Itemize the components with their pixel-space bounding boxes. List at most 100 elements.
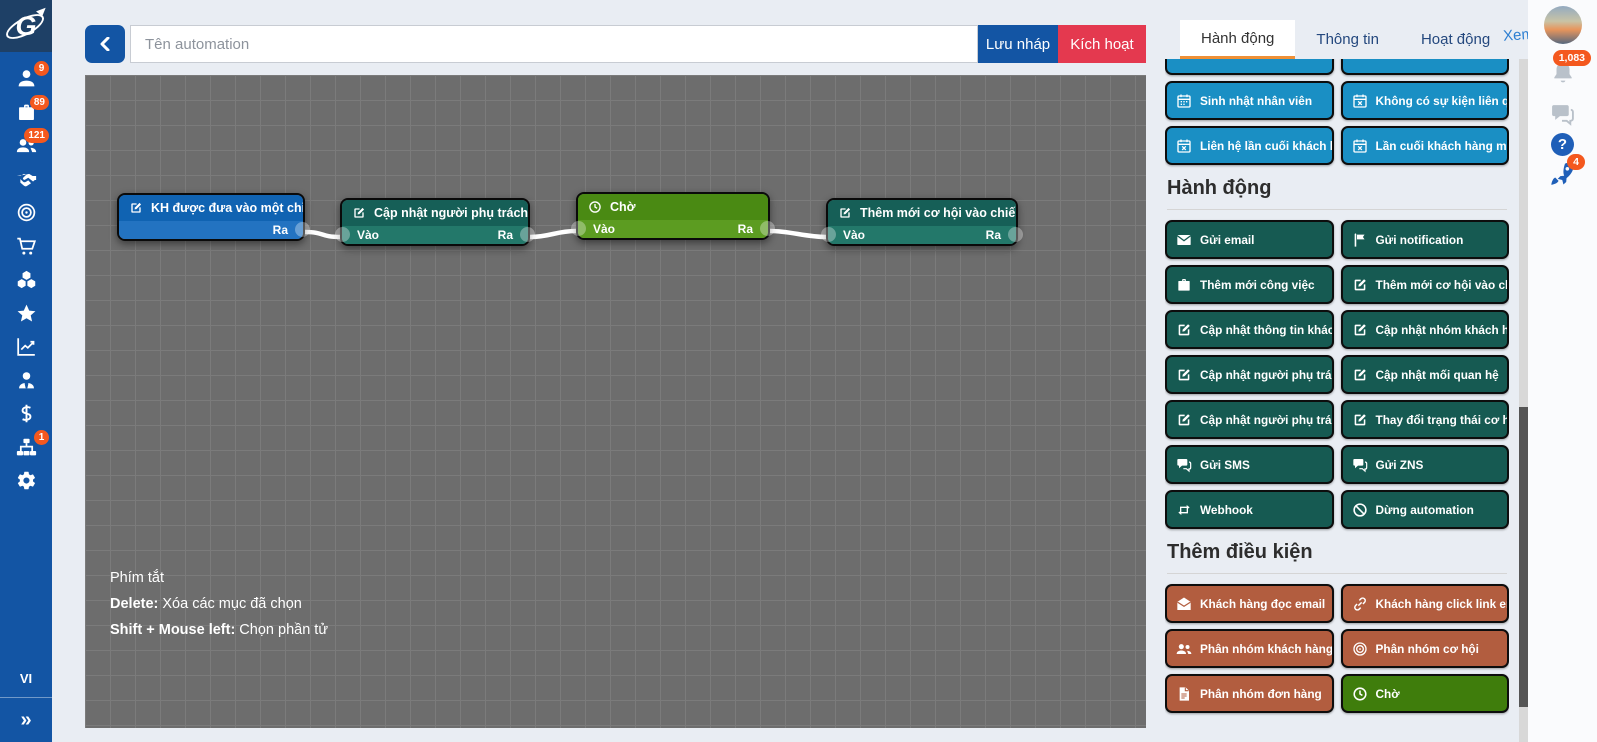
cropped-trigger-button[interactable]: [1341, 59, 1510, 75]
sidebar-item-dollar[interactable]: [0, 397, 52, 431]
activate-button[interactable]: Kích hoạt: [1058, 25, 1146, 63]
sidebar-item-users[interactable]: 121: [0, 129, 52, 163]
output-port[interactable]: [760, 221, 775, 236]
palette-button-label: Khách hàng đọc email: [1200, 597, 1325, 611]
user-avatar[interactable]: [1544, 6, 1582, 44]
output-port[interactable]: [295, 222, 310, 237]
launch-button[interactable]: 4: [1528, 160, 1597, 187]
palette-button[interactable]: Webhook: [1165, 490, 1334, 529]
workflow-node-1[interactable]: KH được đưa vào một chiến d...Ra: [117, 193, 305, 241]
panel-scrollbar[interactable]: [1519, 59, 1528, 742]
palette-row: Phân nhóm khách hàngPhân nhóm cơ hội: [1165, 629, 1509, 668]
sidebar-expand-button[interactable]: »: [0, 698, 52, 742]
palette-row: Gửi SMSGửi ZNS: [1165, 445, 1509, 484]
palette-button[interactable]: Thêm mới cơ hội vào chiế...: [1341, 265, 1510, 304]
palette-row: Thêm mới công việcThêm mới cơ hội vào ch…: [1165, 265, 1509, 304]
notifications-button[interactable]: 1,083: [1528, 60, 1597, 86]
palette-button-label: Webhook: [1200, 503, 1253, 517]
edit-icon: [352, 206, 366, 220]
sidebar-item-cart[interactable]: [0, 230, 52, 264]
palette-button[interactable]: Dừng automation: [1341, 490, 1510, 529]
chat-button[interactable]: [1528, 102, 1597, 127]
sidebar-item-user-tie[interactable]: [0, 364, 52, 398]
input-port[interactable]: [571, 221, 586, 236]
save-draft-button[interactable]: Lưu nháp: [978, 25, 1058, 63]
edit-icon: [1176, 322, 1192, 338]
workflow-node-3[interactable]: ChờVàoRa: [576, 192, 770, 240]
calendar-x-icon: [1352, 93, 1368, 109]
input-port[interactable]: [335, 227, 350, 242]
cropped-trigger-button[interactable]: [1165, 59, 1334, 75]
edit-icon: [1352, 277, 1368, 293]
app-logo[interactable]: G: [0, 0, 52, 52]
clock-icon: [588, 200, 602, 214]
sidebar-item-gear[interactable]: [0, 464, 52, 498]
workflow-canvas[interactable]: KH được đưa vào một chiến d...Ra Cập nhật…: [85, 75, 1146, 728]
sidebar-item-sitemap[interactable]: 1: [0, 431, 52, 465]
output-port-label: Ra: [273, 223, 288, 237]
file-icon: [1176, 686, 1192, 702]
palette-button[interactable]: Thay đổi trạng thái cơ hội ...: [1341, 400, 1510, 439]
palette-button[interactable]: Khách hàng click link email: [1341, 584, 1510, 623]
edit-icon: [1176, 367, 1192, 383]
sidebar-item-handshake[interactable]: [0, 163, 52, 197]
palette-button[interactable]: Gửi ZNS: [1341, 445, 1510, 484]
palette-button[interactable]: Lần cuối khách hàng mua...: [1341, 126, 1510, 165]
sidebar-item-chart-line[interactable]: [0, 330, 52, 364]
workflow-node-2[interactable]: Cập nhật người phụ trách khá...VàoRa: [340, 198, 530, 246]
palette-button[interactable]: Liên hệ lần cuối khách hàng: [1165, 126, 1334, 165]
sidebar-item-cubes[interactable]: [0, 263, 52, 297]
envelope-open-icon: [1176, 596, 1192, 612]
palette-button-label: Thay đổi trạng thái cơ hội ...: [1376, 413, 1510, 427]
palette-button-label: Cập nhật người phụ trách ...: [1200, 413, 1334, 427]
tab-3[interactable]: Hoạt động: [1400, 20, 1511, 59]
count-badge: 1: [34, 430, 49, 445]
shortcuts-title: Phím tắt: [110, 570, 328, 586]
palette-row: Webhook Dừng automation: [1165, 490, 1509, 529]
sidebar-item-bullseye[interactable]: [0, 196, 52, 230]
automation-name-input[interactable]: [130, 25, 978, 63]
palette-button[interactable]: Thêm mới công việc: [1165, 265, 1334, 304]
palette-button[interactable]: Khách hàng đọc email: [1165, 584, 1334, 623]
scrollbar-thumb[interactable]: [1519, 407, 1528, 707]
calendar-x-icon: [1352, 138, 1368, 154]
sidebar-item-star[interactable]: [0, 297, 52, 331]
palette-button[interactable]: Gửi SMS: [1165, 445, 1334, 484]
palette-button[interactable]: Cập nhật mối quan hệ: [1341, 355, 1510, 394]
palette-button[interactable]: Cập nhật thông tin khách ...: [1165, 310, 1334, 349]
node-ports: VàoRa: [828, 226, 1016, 244]
output-port-label: Ra: [738, 222, 753, 236]
notification-count-badge: 1,083: [1553, 50, 1591, 66]
palette-button[interactable]: Gửi email: [1165, 220, 1334, 259]
palette-button[interactable]: Cập nhật người phụ trách ...: [1165, 400, 1334, 439]
input-port[interactable]: [821, 227, 836, 242]
node-ports: VàoRa: [342, 226, 528, 244]
palette-button[interactable]: Không có sự kiện liên quan: [1341, 81, 1510, 120]
palette-button[interactable]: Phân nhóm cơ hội: [1341, 629, 1510, 668]
tab-1[interactable]: Hành động: [1180, 20, 1295, 59]
conditions-section-header: Thêm điều kiện: [1167, 539, 1507, 574]
workflow-node-4[interactable]: Thêm mới cơ hội vào chiến dịchVàoRa: [826, 198, 1018, 246]
back-button[interactable]: [85, 25, 125, 63]
language-toggle[interactable]: VI: [0, 659, 52, 697]
sidebar-item-user[interactable]: 9: [0, 62, 52, 96]
output-port[interactable]: [1008, 227, 1023, 242]
user-icon: [16, 68, 37, 89]
output-port[interactable]: [520, 227, 535, 242]
edit-icon: [1352, 367, 1368, 383]
palette-row: Cập nhật người phụ trách ... Thay đổi trạ…: [1165, 400, 1509, 439]
palette-button[interactable]: Cập nhật người phụ trách ...: [1165, 355, 1334, 394]
palette-button[interactable]: Cập nhật nhóm khách hàng: [1341, 310, 1510, 349]
shortcut-line: Shift + Mouse left: Chọn phần tử: [110, 622, 328, 638]
palette-button[interactable]: Phân nhóm khách hàng: [1165, 629, 1334, 668]
help-button[interactable]: ?: [1528, 133, 1597, 156]
palette-button-label: Gửi notification: [1376, 233, 1464, 247]
palette-button[interactable]: Sinh nhật nhân viên: [1165, 81, 1334, 120]
palette-button[interactable]: Gửi notification: [1341, 220, 1510, 259]
palette-button[interactable]: Phân nhóm đơn hàng: [1165, 674, 1334, 713]
comments-icon: [1352, 457, 1368, 473]
tab-2[interactable]: Thông tin: [1295, 20, 1400, 59]
sidebar-item-briefcase[interactable]: 89: [0, 96, 52, 130]
palette-button[interactable]: Chờ: [1341, 674, 1510, 713]
palette-button-label: Gửi email: [1200, 233, 1254, 247]
